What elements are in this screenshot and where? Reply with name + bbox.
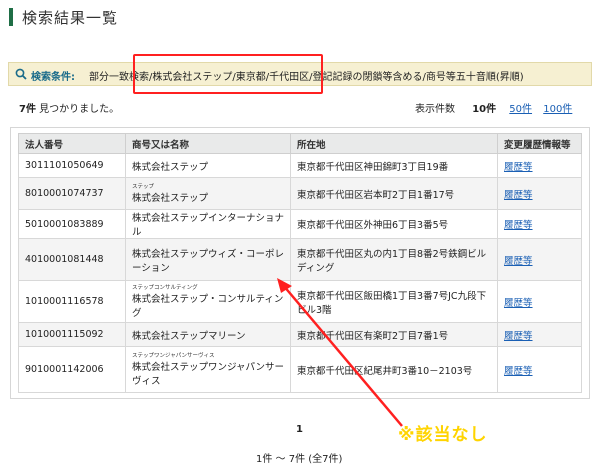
company-name-cell: ステップコンサルティング株式会社ステップ・コンサルティング <box>125 280 291 323</box>
results-table-container: 法人番号 商号又は名称 所在地 変更履歴情報等 3011101050649 株式… <box>10 127 590 399</box>
address: 東京都千代田区外神田6丁目3番5号 <box>290 209 498 239</box>
company-name-cell: 株式会社ステップウィズ・コーポレーション <box>125 238 291 281</box>
corporate-number: 8010001074737 <box>18 177 126 210</box>
history-cell: 履歴等 <box>497 280 582 323</box>
results-count-number: 7件 <box>19 104 36 115</box>
no-match-annotation: ※該当なし <box>398 425 488 445</box>
per-page-option-50[interactable]: 50件 <box>509 104 532 115</box>
address: 東京都千代田区紀尾井町3番10－2103号 <box>290 346 498 393</box>
address: 東京都千代田区神田錦町3丁目19番 <box>290 153 498 178</box>
company-name-cell: ステップ株式会社ステップ <box>125 177 291 210</box>
table-row: 9010001142006 ステップワンジャパンサーヴィス株式会社ステップワンジ… <box>18 346 582 393</box>
table-row: 3011101050649 株式会社ステップ 東京都千代田区神田錦町3丁目19番… <box>18 153 582 178</box>
page-header: 検索結果一覧 <box>0 0 600 34</box>
history-cell: 履歴等 <box>497 177 582 210</box>
per-page-selector: 表示件数 10件 50件 100件 <box>415 100 580 115</box>
results-count-suffix: 見つかりました。 <box>35 104 120 115</box>
search-conditions-label: 検索条件: <box>31 72 75 83</box>
company-name: 株式会社ステップ <box>132 161 209 173</box>
address: 東京都千代田区飯田橋1丁目3番7号JC九段下ビル3階 <box>290 280 498 323</box>
address: 東京都千代田区岩本町2丁目1番17号 <box>290 177 498 210</box>
pagination-current-page: 1 <box>296 424 303 435</box>
table-row: 1010001115092 株式会社ステップマリーン 東京都千代田区有楽町2丁目… <box>18 322 582 347</box>
corporate-number: 4010001081448 <box>18 238 126 281</box>
company-name-cell: ステップワンジャパンサーヴィス株式会社ステップワンジャパンサーヴィス <box>125 346 291 393</box>
title-accent-bar <box>9 8 13 26</box>
company-name: 株式会社ステップインターナショナル <box>132 213 285 238</box>
address: 東京都千代田区有楽町2丁目7番1号 <box>290 322 498 347</box>
company-furigana: ステップワンジャパンサーヴィス <box>132 352 215 359</box>
company-name: 株式会社ステップワンジャパンサーヴィス <box>132 361 285 387</box>
company-name: 株式会社ステップマリーン <box>132 330 246 342</box>
history-cell: 履歴等 <box>497 322 582 347</box>
history-cell: 履歴等 <box>497 209 582 239</box>
corporate-number: 3011101050649 <box>18 153 126 178</box>
history-cell: 履歴等 <box>497 153 582 178</box>
address: 東京都千代田区丸の内1丁目8番2号鉄鋼ビルディング <box>290 238 498 281</box>
column-header-history: 変更履歴情報等 <box>497 133 582 154</box>
table-row: 5010001083889 株式会社ステップインターナショナル 東京都千代田区外… <box>18 209 582 239</box>
history-link[interactable]: 履歴等 <box>504 162 533 173</box>
table-row: 4010001081448 株式会社ステップウィズ・コーポレーション 東京都千代… <box>18 238 582 281</box>
history-link[interactable]: 履歴等 <box>504 256 533 267</box>
results-count: 7件 見つかりました。 <box>19 100 119 115</box>
history-cell: 履歴等 <box>497 238 582 281</box>
history-link[interactable]: 履歴等 <box>504 220 533 231</box>
history-link[interactable]: 履歴等 <box>504 331 533 342</box>
per-page-label: 表示件数 <box>415 104 455 115</box>
highlight-box <box>133 54 323 94</box>
search-icon <box>15 68 27 80</box>
history-link[interactable]: 履歴等 <box>504 190 533 201</box>
per-page-current: 10件 <box>472 104 497 115</box>
results-table: 法人番号 商号又は名称 所在地 変更履歴情報等 3011101050649 株式… <box>18 133 582 393</box>
company-name: 株式会社ステップ <box>132 192 209 204</box>
history-cell: 履歴等 <box>497 346 582 393</box>
history-link[interactable]: 履歴等 <box>504 366 533 377</box>
column-header-name: 商号又は名称 <box>125 133 291 154</box>
company-name: 株式会社ステップウィズ・コーポレーション <box>132 248 285 274</box>
table-header-row: 法人番号 商号又は名称 所在地 変更履歴情報等 <box>18 133 582 154</box>
column-header-number: 法人番号 <box>18 133 126 154</box>
company-name-cell: 株式会社ステップインターナショナル <box>125 209 291 239</box>
company-name: 株式会社ステップ・コンサルティング <box>132 293 284 319</box>
pagination-range: 1件 ～ 7件 (全7件) <box>256 454 343 465</box>
table-row: 1010001116578 ステップコンサルティング株式会社ステップ・コンサルテ… <box>18 280 582 323</box>
page-title: 検索結果一覧 <box>22 9 119 27</box>
corporate-number: 9010001142006 <box>18 346 126 393</box>
column-header-address: 所在地 <box>290 133 498 154</box>
company-name-cell: 株式会社ステップマリーン <box>125 322 291 347</box>
table-row: 8010001074737 ステップ株式会社ステップ 東京都千代田区岩本町2丁目… <box>18 177 582 210</box>
corporate-number: 1010001115092 <box>18 322 126 347</box>
per-page-option-100[interactable]: 100件 <box>543 104 572 115</box>
corporate-number: 5010001083889 <box>18 209 126 239</box>
company-furigana: ステップコンサルティング <box>132 284 198 291</box>
corporate-number: 1010001116578 <box>18 280 126 323</box>
history-link[interactable]: 履歴等 <box>504 298 533 309</box>
company-furigana: ステップ <box>132 183 155 190</box>
company-name-cell: 株式会社ステップ <box>125 153 291 178</box>
